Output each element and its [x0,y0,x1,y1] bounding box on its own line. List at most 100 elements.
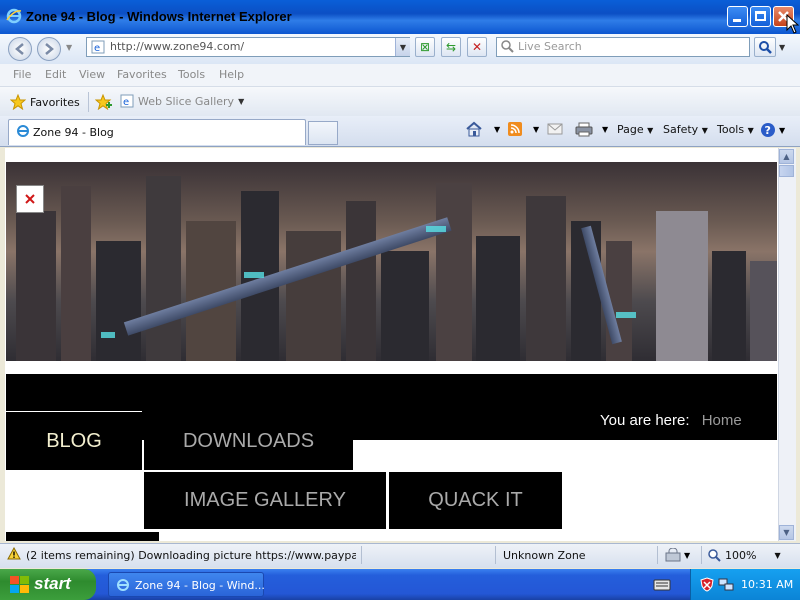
vertical-scrollbar[interactable] [778,148,796,541]
menu-help[interactable]: Help [219,68,244,81]
chevron-down-icon: ▼ [238,96,245,106]
menu-edit[interactable]: Edit [45,68,66,81]
home-icon [466,121,482,137]
menu-view[interactable]: View [79,68,105,81]
help-icon: ? [761,123,775,137]
status-divider [657,546,658,564]
safety-menu-button[interactable]: Safety ▼ [663,123,708,136]
start-button[interactable]: start [0,569,96,600]
status-divider [361,546,362,564]
page-label: Page [617,123,644,136]
broken-image-placeholder [16,185,44,213]
chevron-up-icon: ▲ [783,152,790,161]
svg-text:?: ? [765,124,771,137]
zoom-level: 100% [725,548,757,562]
favbar-divider [88,92,89,112]
nav-quack-it-button[interactable]: QUACK IT [389,472,562,529]
chevron-down-icon: ▼ [747,126,754,135]
back-button[interactable] [8,37,32,61]
nav-bottom-bar [6,532,159,541]
status-divider [701,546,702,564]
chevron-down-icon: ▼ [701,126,708,135]
star-icon [10,94,26,110]
page-icon: e [91,40,105,57]
web-page-content: You are here: Home BLOG DOWNLOADS IMAGE … [5,148,778,541]
menu-tools[interactable]: Tools [178,68,205,81]
forward-arrow-icon [45,43,54,55]
nav-downloads-button[interactable]: DOWNLOADS [144,412,353,470]
chevron-down-icon: ▼ [774,550,781,560]
status-text: (2 items remaining) Downloading picture … [26,549,356,562]
read-mail-button[interactable] [547,123,563,138]
add-to-favorites-bar-button[interactable] [94,93,113,113]
zoom-icon [708,549,721,562]
search-button[interactable] [754,37,776,57]
clock: 10:31 AM [741,578,794,591]
scrollbar-thumb[interactable] [779,165,794,177]
rss-feed-icon [508,122,522,136]
nav-blog-button[interactable]: BLOG [6,412,142,470]
protected-mode-icon [665,548,681,562]
page-menu-button[interactable]: Page ▼ [617,123,653,136]
chevron-down-icon: ▼ [494,124,501,134]
new-tab-button[interactable] [308,121,338,145]
favorites-button[interactable]: Favorites [10,94,80,110]
status-divider [495,546,496,564]
favorites-label: Favorites [30,95,80,109]
scroll-down-button[interactable]: ▼ [779,525,794,540]
chevron-down-icon: ▼ [602,125,609,134]
taskbar-item-ie[interactable]: Zone 94 - Blog - Wind... [108,572,265,597]
compatibility-view-button[interactable]: ⊠ [415,37,435,57]
scroll-up-button[interactable]: ▲ [779,149,794,164]
back-arrow-icon [15,43,24,55]
chevron-down-icon: ▼ [684,550,691,560]
keyboard-icon[interactable] [653,579,671,594]
security-shield-icon[interactable] [700,577,714,595]
search-placeholder: Live Search [518,40,582,53]
menu-favorites[interactable]: Favorites [117,68,167,81]
breadcrumb-label: You are here: [600,412,690,429]
ie-icon [116,578,130,595]
address-url: http://www.zone94.com/ [110,40,245,53]
minimize-button[interactable] [727,6,748,27]
chevron-down-icon: ▼ [533,124,540,134]
zoom-button[interactable]: 100% ▼ [707,548,781,562]
tab-title: Zone 94 - Blog [33,126,114,139]
breadcrumb-home-link[interactable]: Home [702,412,742,429]
history-dropdown-icon[interactable]: ▼ [66,43,72,52]
compatibility-icon: ⊠ [419,40,431,54]
web-slice-label: Web Slice Gallery [138,94,235,108]
tools-label: Tools [717,123,745,136]
taskbar-item-label: Zone 94 - Blog - Wind... [135,579,265,592]
forward-button[interactable] [37,37,61,61]
address-dropdown-button[interactable]: ▼ [395,38,410,56]
start-label: start [34,574,71,593]
feeds-button[interactable]: ▼ [508,122,539,136]
help-button[interactable]: ? ▼ [760,122,785,138]
protected-mode-button[interactable]: ▼ [665,548,690,562]
city-banner-image [6,162,777,361]
search-engine-icon [500,39,514,56]
refresh-icon: ⇆ [445,40,457,54]
stop-button[interactable]: ✕ [467,37,487,57]
home-button[interactable]: ▼ [465,121,500,137]
nav-image-gallery-button[interactable]: IMAGE GALLERY [144,472,386,529]
print-button[interactable]: ▼ [575,122,608,137]
refresh-button[interactable]: ⇆ [441,37,461,57]
menu-file[interactable]: File [13,68,31,81]
network-icon[interactable] [718,577,734,595]
printer-icon [575,122,593,137]
add-favorites-icon [94,93,112,111]
mail-icon [547,123,563,135]
ie-icon [6,8,22,24]
tools-menu-button[interactable]: Tools ▼ [717,123,754,136]
warning-icon [7,546,21,563]
chevron-down-icon: ▼ [783,528,790,537]
stop-icon: ✕ [471,40,483,54]
maximize-button[interactable] [750,6,771,27]
chevron-down-icon: ▼ [399,42,407,52]
chevron-down-icon: ▼ [647,126,654,135]
search-options-dropdown[interactable]: ▼ [779,43,785,52]
web-slice-gallery-link[interactable]: e Web Slice Gallery ▼ [120,94,244,108]
svg-text:e: e [94,43,100,54]
